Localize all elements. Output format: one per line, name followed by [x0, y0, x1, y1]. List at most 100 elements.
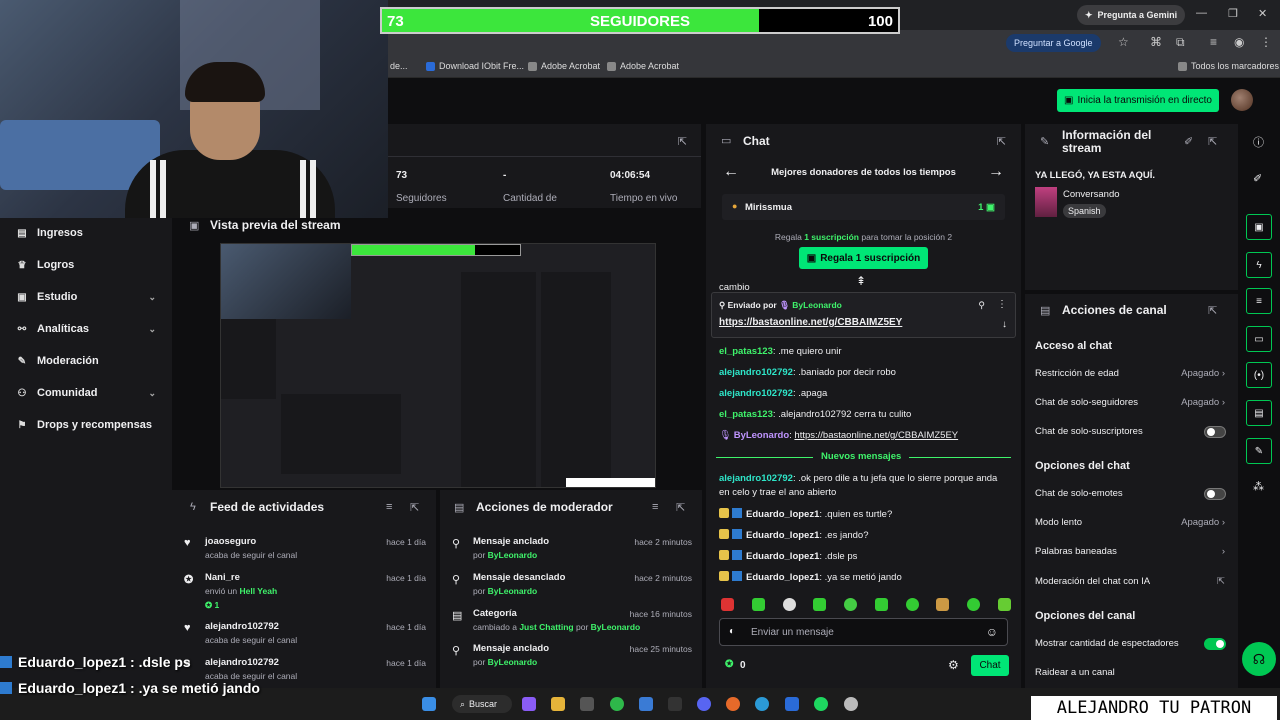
emote-icon[interactable] [905, 598, 919, 611]
popout-icon[interactable]: ⇱ [676, 501, 685, 514]
collapse-icon[interactable]: ⇞ [856, 274, 866, 288]
close-icon[interactable]: ✕ [1258, 7, 1267, 20]
sidebar-item-drops[interactable]: ⚑ Drops y recompensas [16, 419, 156, 431]
popout-icon[interactable]: ⇱ [1208, 135, 1217, 148]
followers-only-row[interactable]: Chat de solo-seguidores Apagado › [1035, 397, 1225, 408]
show-viewers-toggle[interactable] [1204, 638, 1226, 650]
emote-icon[interactable] [751, 598, 765, 611]
firefox-icon[interactable] [726, 697, 740, 711]
go-live-button[interactable]: ▣ Inicia la transmisión en directo [1057, 89, 1219, 112]
gift-sub-button[interactable]: ▣ Regala 1 suscripción [799, 247, 928, 269]
popout-icon[interactable]: ⇱ [1208, 304, 1217, 317]
emote-icon[interactable] [782, 598, 796, 611]
top-donor-row: ● Mirissmua 1 ▣ [722, 194, 1005, 220]
filter-icon[interactable]: ≡ [652, 501, 658, 513]
more-icon[interactable]: ⋮ [997, 299, 1007, 310]
emote-icon[interactable] [936, 598, 950, 611]
expand-icon[interactable]: ↓ [1002, 319, 1007, 330]
maximize-icon[interactable]: ❐ [1228, 7, 1238, 20]
stream-preview-video[interactable] [220, 243, 656, 488]
filter-icon[interactable]: ≡ [386, 501, 392, 513]
raid-row[interactable]: Raidear a un canal [1035, 667, 1225, 678]
translate-icon[interactable]: ⌘ [1150, 35, 1162, 49]
copilot-icon[interactable] [522, 697, 536, 711]
emoji-icon[interactable]: ☺ [986, 625, 998, 639]
chrome-icon[interactable] [610, 697, 624, 711]
obs-icon[interactable] [844, 697, 858, 711]
slow-mode-row[interactable]: Modo lento Apagado › [1035, 517, 1225, 528]
arrow-right-icon[interactable]: → [988, 163, 1004, 181]
file-explorer-icon[interactable] [551, 697, 565, 711]
subs-only-toggle[interactable] [1204, 426, 1226, 438]
emote-icon[interactable] [813, 598, 827, 611]
minimize-icon[interactable]: — [1196, 7, 1207, 19]
chat-settings-icon[interactable]: ◐ [729, 626, 735, 637]
sidebar-item-analiticas[interactable]: ⚯ Analíticas ⌄ [16, 323, 156, 335]
sidebar-item-ingresos[interactable]: ▤ Ingresos [16, 227, 156, 239]
bookmark-item[interactable]: Download IObit Fre... [426, 61, 524, 71]
help-button[interactable]: ☊ [1242, 642, 1276, 676]
spotify-icon[interactable] [814, 697, 828, 711]
emote-icon[interactable] [967, 598, 981, 611]
points-icon[interactable]: ✪ [725, 659, 733, 670]
rail-modactions-button[interactable]: ≡ [1246, 288, 1272, 314]
emote-icon[interactable] [997, 598, 1011, 611]
info-title: Información del stream [1062, 128, 1152, 155]
rail-stats-button[interactable]: ▤ [1246, 400, 1272, 426]
star-icon[interactable]: ☆ [1118, 35, 1129, 49]
sidebar-item-estudio[interactable]: ▣ Estudio ⌄ [16, 291, 156, 303]
pin-icon: ⚲ [452, 645, 461, 657]
emote-icon[interactable] [721, 598, 734, 611]
rail-stream-button[interactable]: (•) [1246, 362, 1272, 388]
popout-icon[interactable]: ⇱ [410, 501, 419, 514]
rail-preview-button[interactable]: ▣ [1246, 214, 1272, 240]
age-restriction-row[interactable]: Restricción de edad Apagado › [1035, 368, 1225, 379]
ask-google-button[interactable]: Preguntar a Google [1006, 34, 1101, 52]
epic-games-icon[interactable] [668, 697, 682, 711]
emote-icon[interactable] [844, 598, 858, 611]
info-icon[interactable]: ⓘ [1253, 134, 1264, 150]
ai-moderation-row[interactable]: Moderación del chat con IA ⇱ [1035, 576, 1225, 587]
chat-link[interactable]: https://bastaonline.net/g/CBBAIMZ5EY [794, 430, 958, 441]
extensions-icon[interactable]: ⧉ [1176, 35, 1185, 50]
popout-icon[interactable]: ⇱ [997, 135, 1006, 148]
all-bookmarks[interactable]: Todos los marcadores [1178, 61, 1279, 71]
windows-start-icon[interactable] [422, 697, 436, 711]
quick-actions-icon[interactable]: ⁂ [1253, 480, 1264, 493]
emote-icon[interactable] [874, 598, 888, 611]
menu-icon[interactable]: ⋮ [1260, 35, 1272, 49]
app-icon[interactable] [785, 697, 799, 711]
rail-info-button[interactable]: ✎ [1246, 438, 1272, 464]
right-rail: ⓘ ✐ ▣ ϟ ≡ ▭ (•) ▤ ✎ ⁂ ☊ [1240, 124, 1280, 688]
tag-badge[interactable]: Spanish [1063, 204, 1106, 218]
popout-icon[interactable]: ⇱ [678, 135, 687, 148]
pinned-link[interactable]: https://bastaonline.net/g/CBBAIMZ5EY [719, 317, 902, 328]
bookmark-item[interactable]: Adobe Acrobat [528, 61, 600, 71]
discord-icon[interactable] [697, 697, 711, 711]
sidebar-item-comunidad[interactable]: ⚇ Comunidad ⌄ [16, 387, 156, 399]
avatar[interactable] [1231, 89, 1253, 111]
sidebar-item-logros[interactable]: ♛ Logros [16, 259, 156, 271]
mail-icon[interactable] [639, 697, 653, 711]
stats-panel: ⇱ 73 Seguidores - Cantidad de 04:06:54 Tiem… [388, 124, 701, 208]
chat-send-button[interactable]: Chat [971, 655, 1009, 676]
emote-bar [721, 598, 1011, 612]
rail-chat-button[interactable]: ▭ [1246, 326, 1272, 352]
bookmark-item[interactable]: Adobe Acrobat [607, 61, 679, 71]
media-icon[interactable]: ≡ [1210, 35, 1217, 49]
chat-input[interactable]: ◐ Enviar un mensaje ☺ [719, 618, 1008, 646]
banned-words-row[interactable]: Palabras baneadas › [1035, 546, 1225, 557]
edge-icon[interactable] [755, 697, 769, 711]
gear-icon[interactable]: ⚙ [948, 658, 959, 672]
sidebar-item-moderacion[interactable]: ✎ Moderación [16, 355, 156, 367]
unpin-icon[interactable]: ⚲ [978, 300, 985, 311]
edit-icon[interactable]: ✐ [1253, 172, 1262, 185]
emotes-only-toggle[interactable] [1204, 488, 1226, 500]
taskbar-search[interactable]: ⌕ Buscar [452, 695, 512, 713]
profile-icon[interactable]: ◉ [1234, 35, 1244, 49]
store-icon[interactable] [580, 697, 594, 711]
edit-icon[interactable]: ✐ [1184, 135, 1193, 148]
bookmark-item[interactable]: de... [390, 61, 408, 71]
gemini-button[interactable]: ✦ Pregunta a Gemini [1077, 5, 1186, 25]
rail-activity-button[interactable]: ϟ [1246, 252, 1272, 278]
